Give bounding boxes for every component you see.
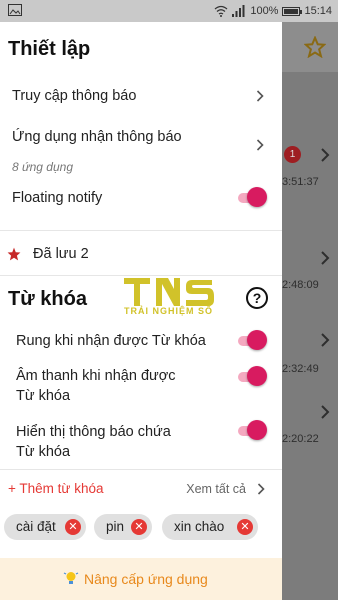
chevron-right-icon[interactable] bbox=[257, 483, 265, 495]
add-keyword-button[interactable]: + Thêm từ khóa bbox=[8, 481, 103, 496]
image-icon bbox=[8, 4, 22, 16]
chevron-right-icon[interactable] bbox=[320, 333, 330, 347]
saved-row[interactable]: Đã lưu 2 bbox=[0, 238, 282, 272]
battery-level bbox=[284, 8, 299, 14]
keyword-chip-label: pin bbox=[106, 519, 125, 534]
battery-percent: 100% bbox=[250, 5, 279, 17]
show-label-line2: Từ khóa bbox=[16, 444, 71, 460]
show-notification-row: Hiển thị thông báo chứa Từ khóa bbox=[0, 420, 282, 466]
sound-label-line1: Âm thanh khi nhận được bbox=[16, 368, 176, 384]
background-header bbox=[282, 22, 338, 72]
background-time: 2:32:49 bbox=[282, 363, 319, 375]
divider bbox=[0, 230, 282, 231]
remove-chip-icon[interactable]: ✕ bbox=[65, 519, 81, 535]
star-icon bbox=[7, 247, 21, 261]
chevron-right-icon bbox=[256, 139, 264, 151]
vibrate-row: Rung khi nhận được Từ khóa bbox=[0, 324, 282, 358]
floating-notify-row: Floating notify bbox=[0, 182, 282, 216]
signal-icon bbox=[232, 5, 245, 17]
background-time: 3:51:37 bbox=[282, 176, 319, 188]
lightbulb-icon bbox=[63, 572, 79, 584]
wifi-icon bbox=[214, 5, 228, 17]
keyword-chip-label: cài đặt bbox=[16, 519, 56, 534]
receiving-apps-row[interactable]: Ứng dụng nhận thông báo 8 ứng dụng bbox=[0, 122, 282, 178]
sound-label-line2: Từ khóa bbox=[16, 388, 71, 404]
sound-row: Âm thanh khi nhận được Từ khóa bbox=[0, 364, 282, 410]
vibrate-toggle[interactable] bbox=[238, 330, 268, 352]
chevron-right-icon[interactable] bbox=[320, 251, 330, 265]
keywords-title: Từ khóa bbox=[8, 288, 87, 310]
chevron-right-icon bbox=[256, 90, 264, 102]
chevron-right-icon[interactable] bbox=[320, 148, 330, 162]
watermark-tagline: TRẢI NGHIỆM SỐ bbox=[124, 306, 214, 316]
help-icon[interactable]: ? bbox=[246, 287, 268, 309]
notification-access-row[interactable]: Truy cập thông báo bbox=[0, 80, 282, 120]
upgrade-button[interactable]: Nâng cấp ứng dụng bbox=[0, 558, 282, 600]
notification-access-label: Truy cập thông báo bbox=[12, 88, 137, 104]
background-time: 2:20:22 bbox=[282, 433, 319, 445]
keyword-chip-label: xin chào bbox=[174, 519, 225, 534]
show-notification-toggle[interactable] bbox=[238, 420, 268, 442]
status-bar: 100% 15:14 bbox=[0, 0, 338, 22]
drawer-title: Thiết lập bbox=[8, 38, 91, 60]
battery-icon bbox=[282, 6, 303, 16]
sound-toggle[interactable] bbox=[238, 366, 268, 388]
background-app: 1 3:51:37 2:48:09 2:32:49 2:20:22 bbox=[282, 22, 338, 600]
floating-notify-toggle[interactable] bbox=[238, 187, 268, 209]
status-time: 15:14 bbox=[304, 5, 332, 17]
remove-chip-icon[interactable]: ✕ bbox=[131, 519, 147, 535]
chevron-right-icon[interactable] bbox=[320, 405, 330, 419]
watermark-logo: TRẢI NGHIỆM SỐ bbox=[122, 276, 218, 324]
floating-notify-label: Floating notify bbox=[12, 190, 103, 206]
badge: 1 bbox=[284, 146, 301, 163]
tns-logo bbox=[124, 278, 214, 306]
keyword-chip[interactable]: xin chào ✕ bbox=[162, 514, 258, 540]
remove-chip-icon[interactable]: ✕ bbox=[237, 519, 253, 535]
vibrate-label: Rung khi nhận được Từ khóa bbox=[16, 333, 206, 349]
star-outline-icon[interactable] bbox=[304, 36, 326, 58]
receiving-apps-label: Ứng dụng nhận thông báo bbox=[12, 129, 182, 145]
see-all-link[interactable]: Xem tất cả bbox=[186, 482, 246, 496]
saved-label: Đã lưu 2 bbox=[33, 246, 89, 262]
receiving-apps-count: 8 ứng dụng bbox=[12, 160, 73, 174]
background-time: 2:48:09 bbox=[282, 279, 319, 291]
keyword-chip[interactable]: pin ✕ bbox=[94, 514, 152, 540]
divider bbox=[0, 469, 282, 470]
show-label-line1: Hiển thị thông báo chứa bbox=[16, 424, 171, 440]
keyword-chip[interactable]: cài đặt ✕ bbox=[4, 514, 86, 540]
upgrade-label: Nâng cấp ứng dụng bbox=[84, 571, 208, 587]
